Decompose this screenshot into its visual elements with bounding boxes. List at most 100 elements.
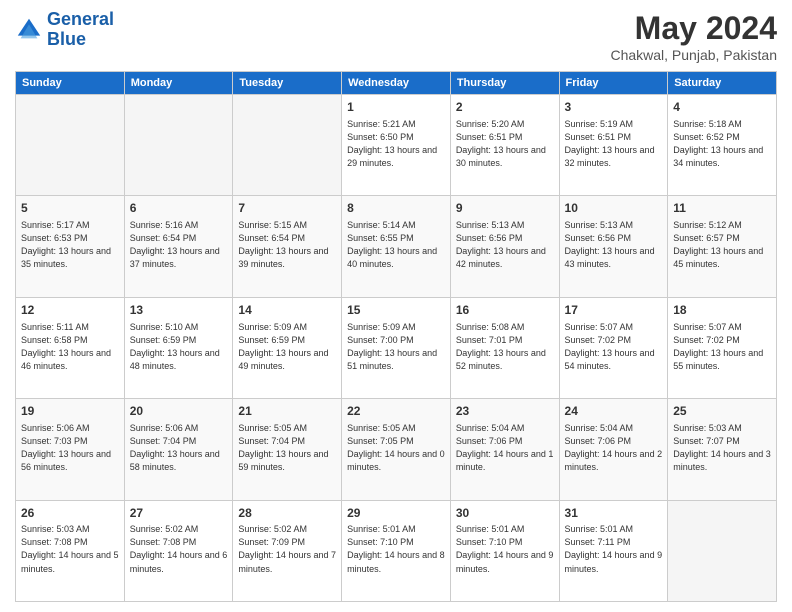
cell-day-number: 27 xyxy=(130,505,228,522)
calendar-cell: 15Sunrise: 5:09 AM Sunset: 7:00 PM Dayli… xyxy=(342,297,451,398)
cell-info: Sunrise: 5:06 AM Sunset: 7:04 PM Dayligh… xyxy=(130,422,228,474)
cell-info: Sunrise: 5:08 AM Sunset: 7:01 PM Dayligh… xyxy=(456,321,554,373)
calendar-week-row: 19 Sunrise: 5:06 AM Sunset: 7:03 PM Dayli… xyxy=(16,399,777,500)
header-tuesday: Tuesday xyxy=(233,72,342,95)
calendar-cell: 2 Sunrise: 5:20 AM Sunset: 6:51 PM Daylig… xyxy=(450,95,559,196)
calendar-cell: 4 Sunrise: 5:18 AM Sunset: 6:52 PM Daylig… xyxy=(668,95,777,196)
calendar-cell: 5Sunrise: 5:17 AM Sunset: 6:53 PM Daylig… xyxy=(16,196,125,297)
cell-info: Sunrise: 5:16 AM Sunset: 6:54 PM Dayligh… xyxy=(130,219,228,271)
cell-info: Sunrise: 5:01 AM Sunset: 7:10 PM Dayligh… xyxy=(456,523,554,575)
calendar-cell: 1 Sunrise: 5:21 AM Sunset: 6:50 PM Daylig… xyxy=(342,95,451,196)
cell-day-number: 23 xyxy=(456,403,554,420)
cell-day-number: 9 xyxy=(456,200,554,217)
cell-info: Sunrise: 5:13 AM Sunset: 6:56 PM Dayligh… xyxy=(456,219,554,271)
cell-day-number: 29 xyxy=(347,505,445,522)
calendar-cell: 8 Sunrise: 5:14 AM Sunset: 6:55 PM Daylig… xyxy=(342,196,451,297)
cell-day-number: 30 xyxy=(456,505,554,522)
calendar-cell: 22Sunrise: 5:05 AM Sunset: 7:05 PM Dayli… xyxy=(342,399,451,500)
cell-info: Sunrise: 5:19 AM Sunset: 6:51 PM Dayligh… xyxy=(565,118,663,170)
calendar-cell: 24 Sunrise: 5:04 AM Sunset: 7:06 PM Dayli… xyxy=(559,399,668,500)
cell-info: Sunrise: 5:10 AM Sunset: 6:59 PM Dayligh… xyxy=(130,321,228,373)
calendar-cell: 31Sunrise: 5:01 AM Sunset: 7:11 PM Dayli… xyxy=(559,500,668,601)
calendar-cell: 11 Sunrise: 5:12 AM Sunset: 6:57 PM Dayli… xyxy=(668,196,777,297)
calendar-cell: 26Sunrise: 5:03 AM Sunset: 7:08 PM Dayli… xyxy=(16,500,125,601)
calendar-body: 1 Sunrise: 5:21 AM Sunset: 6:50 PM Daylig… xyxy=(16,95,777,602)
cell-info: Sunrise: 5:18 AM Sunset: 6:52 PM Dayligh… xyxy=(673,118,771,170)
subtitle: Chakwal, Punjab, Pakistan xyxy=(610,47,777,63)
calendar-week-row: 1 Sunrise: 5:21 AM Sunset: 6:50 PM Daylig… xyxy=(16,95,777,196)
cell-day-number: 2 xyxy=(456,99,554,116)
header-monday: Monday xyxy=(124,72,233,95)
cell-day-number: 15 xyxy=(347,302,445,319)
calendar-cell: 6 Sunrise: 5:16 AM Sunset: 6:54 PM Daylig… xyxy=(124,196,233,297)
calendar-week-row: 12Sunrise: 5:11 AM Sunset: 6:58 PM Dayli… xyxy=(16,297,777,398)
cell-day-number: 4 xyxy=(673,99,771,116)
logo-blue: Blue xyxy=(47,30,114,50)
logo: General Blue xyxy=(15,10,114,50)
calendar-week-row: 26Sunrise: 5:03 AM Sunset: 7:08 PM Dayli… xyxy=(16,500,777,601)
cell-day-number: 3 xyxy=(565,99,663,116)
calendar-cell: 21Sunrise: 5:05 AM Sunset: 7:04 PM Dayli… xyxy=(233,399,342,500)
header-thursday: Thursday xyxy=(450,72,559,95)
calendar-cell: 17 Sunrise: 5:07 AM Sunset: 7:02 PM Dayli… xyxy=(559,297,668,398)
calendar-cell: 23 Sunrise: 5:04 AM Sunset: 7:06 PM Dayli… xyxy=(450,399,559,500)
cell-info: Sunrise: 5:15 AM Sunset: 6:54 PM Dayligh… xyxy=(238,219,336,271)
cell-info: Sunrise: 5:20 AM Sunset: 6:51 PM Dayligh… xyxy=(456,118,554,170)
cell-info: Sunrise: 5:12 AM Sunset: 6:57 PM Dayligh… xyxy=(673,219,771,271)
calendar-cell: 19 Sunrise: 5:06 AM Sunset: 7:03 PM Dayli… xyxy=(16,399,125,500)
cell-day-number: 25 xyxy=(673,403,771,420)
cell-info: Sunrise: 5:09 AM Sunset: 6:59 PM Dayligh… xyxy=(238,321,336,373)
calendar-cell: 29Sunrise: 5:01 AM Sunset: 7:10 PM Dayli… xyxy=(342,500,451,601)
cell-day-number: 21 xyxy=(238,403,336,420)
header-wednesday: Wednesday xyxy=(342,72,451,95)
calendar-cell: 16Sunrise: 5:08 AM Sunset: 7:01 PM Dayli… xyxy=(450,297,559,398)
cell-info: Sunrise: 5:13 AM Sunset: 6:56 PM Dayligh… xyxy=(565,219,663,271)
logo-text: General Blue xyxy=(47,10,114,50)
cell-day-number: 26 xyxy=(21,505,119,522)
logo-icon xyxy=(15,16,43,44)
cell-info: Sunrise: 5:11 AM Sunset: 6:58 PM Dayligh… xyxy=(21,321,119,373)
cell-day-number: 7 xyxy=(238,200,336,217)
cell-day-number: 13 xyxy=(130,302,228,319)
cell-info: Sunrise: 5:14 AM Sunset: 6:55 PM Dayligh… xyxy=(347,219,445,271)
calendar-table: SundayMondayTuesdayWednesdayThursdayFrid… xyxy=(15,71,777,602)
cell-info: Sunrise: 5:06 AM Sunset: 7:03 PM Dayligh… xyxy=(21,422,119,474)
calendar-cell xyxy=(668,500,777,601)
page: General Blue May 2024 Chakwal, Punjab, P… xyxy=(0,0,792,612)
cell-day-number: 6 xyxy=(130,200,228,217)
header: General Blue May 2024 Chakwal, Punjab, P… xyxy=(15,10,777,63)
cell-info: Sunrise: 5:07 AM Sunset: 7:02 PM Dayligh… xyxy=(565,321,663,373)
cell-day-number: 20 xyxy=(130,403,228,420)
header-sunday: Sunday xyxy=(16,72,125,95)
cell-info: Sunrise: 5:04 AM Sunset: 7:06 PM Dayligh… xyxy=(565,422,663,474)
calendar-cell: 7 Sunrise: 5:15 AM Sunset: 6:54 PM Daylig… xyxy=(233,196,342,297)
logo-general: General xyxy=(47,9,114,29)
calendar-cell: 3 Sunrise: 5:19 AM Sunset: 6:51 PM Daylig… xyxy=(559,95,668,196)
calendar-cell: 12Sunrise: 5:11 AM Sunset: 6:58 PM Dayli… xyxy=(16,297,125,398)
cell-info: Sunrise: 5:03 AM Sunset: 7:07 PM Dayligh… xyxy=(673,422,771,474)
cell-info: Sunrise: 5:04 AM Sunset: 7:06 PM Dayligh… xyxy=(456,422,554,474)
cell-day-number: 8 xyxy=(347,200,445,217)
calendar-cell: 9 Sunrise: 5:13 AM Sunset: 6:56 PM Daylig… xyxy=(450,196,559,297)
cell-info: Sunrise: 5:07 AM Sunset: 7:02 PM Dayligh… xyxy=(673,321,771,373)
cell-info: Sunrise: 5:17 AM Sunset: 6:53 PM Dayligh… xyxy=(21,219,119,271)
calendar-cell: 18Sunrise: 5:07 AM Sunset: 7:02 PM Dayli… xyxy=(668,297,777,398)
cell-day-number: 19 xyxy=(21,403,119,420)
cell-info: Sunrise: 5:21 AM Sunset: 6:50 PM Dayligh… xyxy=(347,118,445,170)
cell-day-number: 1 xyxy=(347,99,445,116)
cell-info: Sunrise: 5:02 AM Sunset: 7:09 PM Dayligh… xyxy=(238,523,336,575)
cell-day-number: 14 xyxy=(238,302,336,319)
cell-day-number: 11 xyxy=(673,200,771,217)
cell-day-number: 28 xyxy=(238,505,336,522)
cell-info: Sunrise: 5:03 AM Sunset: 7:08 PM Dayligh… xyxy=(21,523,119,575)
calendar-header-row: SundayMondayTuesdayWednesdayThursdayFrid… xyxy=(16,72,777,95)
cell-day-number: 17 xyxy=(565,302,663,319)
calendar-cell: 14 Sunrise: 5:09 AM Sunset: 6:59 PM Dayli… xyxy=(233,297,342,398)
title-block: May 2024 Chakwal, Punjab, Pakistan xyxy=(610,10,777,63)
cell-info: Sunrise: 5:02 AM Sunset: 7:08 PM Dayligh… xyxy=(130,523,228,575)
calendar-cell: 13 Sunrise: 5:10 AM Sunset: 6:59 PM Dayli… xyxy=(124,297,233,398)
cell-day-number: 24 xyxy=(565,403,663,420)
calendar-cell: 28Sunrise: 5:02 AM Sunset: 7:09 PM Dayli… xyxy=(233,500,342,601)
cell-day-number: 10 xyxy=(565,200,663,217)
cell-info: Sunrise: 5:05 AM Sunset: 7:05 PM Dayligh… xyxy=(347,422,445,474)
